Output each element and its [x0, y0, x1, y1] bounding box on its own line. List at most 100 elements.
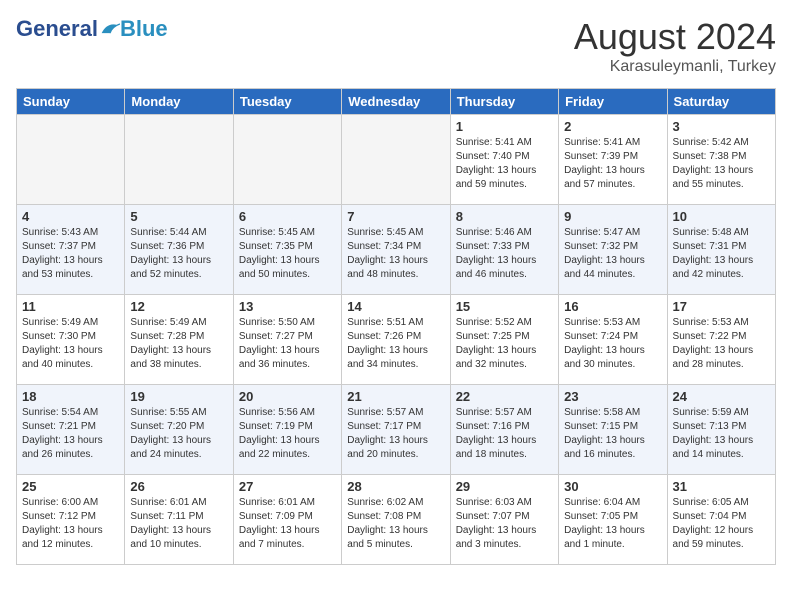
day-number: 12	[130, 299, 227, 314]
calendar-cell: 6Sunrise: 5:45 AM Sunset: 7:35 PM Daylig…	[233, 205, 341, 295]
calendar-cell: 8 Sunrise: 5:46 AM Sunset: 7:33 PM Daylig…	[450, 205, 558, 295]
calendar-cell: 31 Sunrise: 6:05 AM Sunset: 7:04 PM Dayli…	[667, 475, 775, 565]
calendar-cell: 20 Sunrise: 5:56 AM Sunset: 7:19 PM Dayli…	[233, 385, 341, 475]
day-info: Sunrise: 5:54 AM Sunset: 7:21 PM Dayligh…	[22, 406, 119, 462]
day-info: Sunrise: 5:44 AM Sunset: 7:36 PM Dayligh…	[130, 226, 227, 282]
calendar-cell: 29 Sunrise: 6:03 AM Sunset: 7:07 PM Dayli…	[450, 475, 558, 565]
day-number: 8	[456, 209, 553, 224]
calendar-cell: 19 Sunrise: 5:55 AM Sunset: 7:20 PM Dayli…	[125, 385, 233, 475]
day-info: Sunrise: 5:59 AM Sunset: 7:13 PM Dayligh…	[673, 406, 770, 462]
day-number: 21	[347, 389, 444, 404]
day-info: Sunrise: 6:01 AM Sunset: 7:09 PM Dayligh…	[239, 496, 336, 552]
day-info: Sunrise: 6:00 AM Sunset: 7:12 PM Dayligh…	[22, 496, 119, 552]
calendar-cell: 2 Sunrise: 5:41 AM Sunset: 7:39 PM Daylig…	[559, 115, 667, 205]
day-number: 25	[22, 479, 119, 494]
day-number: 29	[456, 479, 553, 494]
calendar-cell: 17 Sunrise: 5:53 AM Sunset: 7:22 PM Dayli…	[667, 295, 775, 385]
calendar-cell: 23 Sunrise: 5:58 AM Sunset: 7:15 PM Dayli…	[559, 385, 667, 475]
day-info: Sunrise: 5:57 AM Sunset: 7:16 PM Dayligh…	[456, 406, 553, 462]
day-info: Sunrise: 5:48 AM Sunset: 7:31 PM Dayligh…	[673, 226, 770, 282]
day-number: 11	[22, 299, 119, 314]
month-year: August 2024	[574, 16, 776, 58]
day-info: Sunrise: 5:50 AM Sunset: 7:27 PM Dayligh…	[239, 316, 336, 372]
day-number: 24	[673, 389, 770, 404]
day-number: 23	[564, 389, 661, 404]
day-number: 2	[564, 119, 661, 134]
calendar-cell: 3 Sunrise: 5:42 AM Sunset: 7:38 PM Daylig…	[667, 115, 775, 205]
day-number: 3	[673, 119, 770, 134]
calendar-table: SundayMondayTuesdayWednesdayThursdayFrid…	[16, 88, 776, 565]
day-info: Sunrise: 5:55 AM Sunset: 7:20 PM Dayligh…	[130, 406, 227, 462]
day-info: Sunrise: 5:52 AM Sunset: 7:25 PM Dayligh…	[456, 316, 553, 372]
day-number: 28	[347, 479, 444, 494]
title-section: August 2024 Karasuleymanli, Turkey	[574, 16, 776, 76]
calendar-cell	[342, 115, 450, 205]
day-number: 19	[130, 389, 227, 404]
calendar-cell: 21 Sunrise: 5:57 AM Sunset: 7:17 PM Dayli…	[342, 385, 450, 475]
calendar-cell	[233, 115, 341, 205]
calendar-cell: 12 Sunrise: 5:49 AM Sunset: 7:28 PM Dayli…	[125, 295, 233, 385]
header-thursday: Thursday	[450, 89, 558, 115]
day-number: 9	[564, 209, 661, 224]
calendar-cell: 27 Sunrise: 6:01 AM Sunset: 7:09 PM Dayli…	[233, 475, 341, 565]
header-monday: Monday	[125, 89, 233, 115]
day-number: 31	[673, 479, 770, 494]
calendar-cell: 9 Sunrise: 5:47 AM Sunset: 7:32 PM Daylig…	[559, 205, 667, 295]
day-number: 20	[239, 389, 336, 404]
calendar-cell: 18 Sunrise: 5:54 AM Sunset: 7:21 PM Dayli…	[17, 385, 125, 475]
day-number: 26	[130, 479, 227, 494]
week-row-2: 4Sunrise: 5:43 AM Sunset: 7:37 PM Daylig…	[17, 205, 776, 295]
logo-blue: Blue	[120, 16, 168, 42]
header-friday: Friday	[559, 89, 667, 115]
day-info: Sunrise: 5:53 AM Sunset: 7:22 PM Dayligh…	[673, 316, 770, 372]
logo: General Blue	[16, 16, 168, 42]
day-info: Sunrise: 6:05 AM Sunset: 7:04 PM Dayligh…	[673, 496, 770, 552]
calendar-cell	[17, 115, 125, 205]
calendar-cell: 10 Sunrise: 5:48 AM Sunset: 7:31 PM Dayli…	[667, 205, 775, 295]
day-number: 17	[673, 299, 770, 314]
day-info: Sunrise: 5:41 AM Sunset: 7:39 PM Dayligh…	[564, 136, 661, 192]
day-number: 13	[239, 299, 336, 314]
day-info: Sunrise: 5:49 AM Sunset: 7:30 PM Dayligh…	[22, 316, 119, 372]
day-info: Sunrise: 6:03 AM Sunset: 7:07 PM Dayligh…	[456, 496, 553, 552]
page-header: General Blue August 2024 Karasuleymanli,…	[16, 16, 776, 76]
day-number: 10	[673, 209, 770, 224]
day-info: Sunrise: 5:53 AM Sunset: 7:24 PM Dayligh…	[564, 316, 661, 372]
day-info: Sunrise: 5:45 AM Sunset: 7:34 PM Dayligh…	[347, 226, 444, 282]
calendar-cell: 25 Sunrise: 6:00 AM Sunset: 7:12 PM Dayli…	[17, 475, 125, 565]
day-number: 7	[347, 209, 444, 224]
calendar-cell: 28 Sunrise: 6:02 AM Sunset: 7:08 PM Dayli…	[342, 475, 450, 565]
day-info: Sunrise: 5:46 AM Sunset: 7:33 PM Dayligh…	[456, 226, 553, 282]
calendar-cell: 24 Sunrise: 5:59 AM Sunset: 7:13 PM Dayli…	[667, 385, 775, 475]
day-info: Sunrise: 5:51 AM Sunset: 7:26 PM Dayligh…	[347, 316, 444, 372]
header-sunday: Sunday	[17, 89, 125, 115]
day-info: Sunrise: 5:42 AM Sunset: 7:38 PM Dayligh…	[673, 136, 770, 192]
day-info: Sunrise: 5:57 AM Sunset: 7:17 PM Dayligh…	[347, 406, 444, 462]
calendar-cell: 14 Sunrise: 5:51 AM Sunset: 7:26 PM Dayli…	[342, 295, 450, 385]
day-number: 27	[239, 479, 336, 494]
day-number: 22	[456, 389, 553, 404]
header-tuesday: Tuesday	[233, 89, 341, 115]
day-info: Sunrise: 5:45 AM Sunset: 7:35 PM Dayligh…	[239, 226, 336, 282]
calendar-header-row: SundayMondayTuesdayWednesdayThursdayFrid…	[17, 89, 776, 115]
location: Karasuleymanli, Turkey	[574, 58, 776, 76]
calendar-cell: 13 Sunrise: 5:50 AM Sunset: 7:27 PM Dayli…	[233, 295, 341, 385]
calendar-cell: 26Sunrise: 6:01 AM Sunset: 7:11 PM Dayli…	[125, 475, 233, 565]
day-info: Sunrise: 5:47 AM Sunset: 7:32 PM Dayligh…	[564, 226, 661, 282]
day-info: Sunrise: 5:49 AM Sunset: 7:28 PM Dayligh…	[130, 316, 227, 372]
day-info: Sunrise: 5:58 AM Sunset: 7:15 PM Dayligh…	[564, 406, 661, 462]
day-number: 30	[564, 479, 661, 494]
calendar-cell	[125, 115, 233, 205]
day-number: 15	[456, 299, 553, 314]
day-info: Sunrise: 5:43 AM Sunset: 7:37 PM Dayligh…	[22, 226, 119, 282]
calendar-cell: 1Sunrise: 5:41 AM Sunset: 7:40 PM Daylig…	[450, 115, 558, 205]
calendar-cell: 7 Sunrise: 5:45 AM Sunset: 7:34 PM Daylig…	[342, 205, 450, 295]
calendar-cell: 5Sunrise: 5:44 AM Sunset: 7:36 PM Daylig…	[125, 205, 233, 295]
day-number: 14	[347, 299, 444, 314]
week-row-4: 18 Sunrise: 5:54 AM Sunset: 7:21 PM Dayli…	[17, 385, 776, 475]
day-number: 18	[22, 389, 119, 404]
day-info: Sunrise: 5:56 AM Sunset: 7:19 PM Dayligh…	[239, 406, 336, 462]
day-number: 1	[456, 119, 553, 134]
logo-text: General Blue	[16, 16, 168, 42]
day-info: Sunrise: 6:02 AM Sunset: 7:08 PM Dayligh…	[347, 496, 444, 552]
